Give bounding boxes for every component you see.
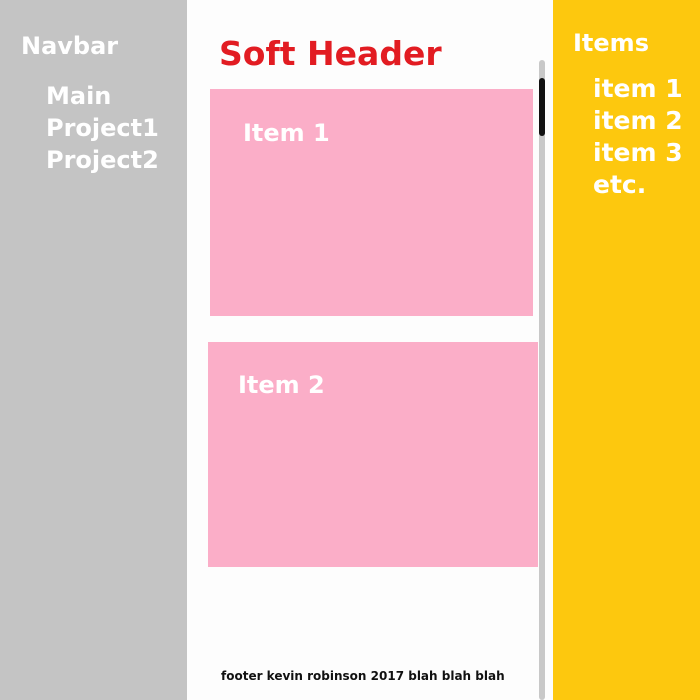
list-item: item 3 — [593, 138, 683, 167]
nav-link-main[interactable]: Main — [46, 80, 159, 112]
navbar-links: Main Project1 Project2 — [46, 80, 159, 176]
scrollbar-thumb[interactable] — [539, 78, 545, 136]
items-sidebar: Items item 1 item 2 item 3 etc. — [553, 0, 700, 700]
scrollbar-track[interactable] — [539, 60, 545, 700]
page: Navbar Main Project1 Project2 Soft Heade… — [0, 0, 700, 700]
list-item: etc. — [593, 170, 647, 199]
page-title: Soft Header — [219, 34, 442, 73]
items-list: item 1 item 2 item 3 etc. — [593, 73, 683, 201]
list-item: item 1 — [593, 74, 683, 103]
nav-link-project2[interactable]: Project2 — [46, 144, 159, 176]
navbar-title: Navbar — [21, 32, 119, 60]
main-content: Soft Header Item 1 Item 2 footer kevin r… — [187, 0, 553, 700]
content-card: Item 1 — [210, 89, 533, 316]
navbar: Navbar Main Project1 Project2 — [0, 0, 187, 700]
items-title: Items — [573, 29, 649, 57]
footer-text: footer kevin robinson 2017 blah blah bla… — [221, 669, 505, 683]
card-title: Item 2 — [238, 371, 325, 399]
list-item: item 2 — [593, 106, 683, 135]
content-card: Item 2 — [208, 342, 538, 567]
card-title: Item 1 — [243, 119, 330, 147]
nav-link-project1[interactable]: Project1 — [46, 112, 159, 144]
